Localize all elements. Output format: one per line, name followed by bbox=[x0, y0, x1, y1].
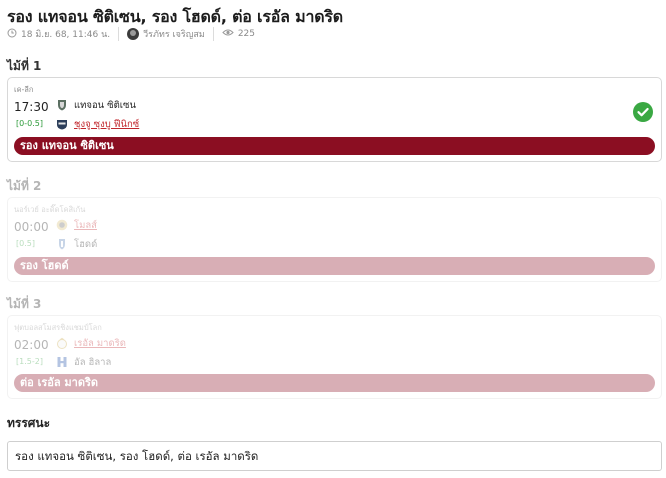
view-count: 225 bbox=[237, 29, 256, 39]
team-name: อัล ฮิลาล bbox=[74, 356, 112, 368]
pair-3-card[interactable]: ฟุตบอลสโมสรชิงแชมป์โลก 02:00 [1.5-2] เรอ… bbox=[7, 315, 662, 399]
pair-2-card[interactable]: นอร์เวย์ อะดิ๊ดโคสิเก้น 00:00 [0.5] โมลส… bbox=[7, 197, 662, 282]
author-name[interactable]: วีรภัทร เจริญสม bbox=[143, 27, 205, 41]
team-name-link[interactable]: เรอัล มาดริด bbox=[74, 336, 126, 351]
clock-icon bbox=[7, 28, 21, 41]
opinion-heading: ทรรศนะ bbox=[7, 416, 51, 430]
pair-1-card[interactable]: เค-ลีก 17:30 [0-0.5] แทจอน ซิติเซน ชุงจู… bbox=[7, 77, 662, 162]
team-crest-icon bbox=[56, 238, 68, 250]
kickoff-time: 02:00 bbox=[14, 338, 49, 352]
league-name: เค-ลีก bbox=[14, 85, 34, 94]
divider bbox=[118, 27, 120, 41]
eye-icon bbox=[222, 28, 238, 40]
home-team: แทจอน ซิติเซน bbox=[56, 98, 136, 112]
post-date: 18 มิ.ย. 68, 11:46 น. bbox=[21, 30, 111, 40]
pick-bar: ต่อ เรอัล มาดริด bbox=[14, 374, 655, 392]
team-crest-icon bbox=[56, 118, 68, 130]
kickoff-time: 17:30 bbox=[14, 100, 49, 114]
team-crest-icon bbox=[56, 99, 68, 111]
post-meta: 18 มิ.ย. 68, 11:46 น. วีรภัทร เจริญสม 22… bbox=[7, 27, 255, 41]
team-crest-icon bbox=[56, 356, 68, 368]
league-name: ฟุตบอลสโมสรชิงแชมป์โลก bbox=[14, 323, 102, 332]
pair-3-label: ไม้ที่ 3 bbox=[7, 297, 42, 311]
league-name: นอร์เวย์ อะดิ๊ดโคสิเก้น bbox=[14, 205, 86, 214]
home-team: โมลส์ bbox=[56, 218, 97, 232]
team-crest-icon bbox=[56, 337, 68, 349]
handicap-line: [1.5-2] bbox=[16, 357, 43, 366]
team-name: โฮดด์ bbox=[74, 238, 98, 250]
team-name: แทจอน ซิติเซน bbox=[74, 99, 136, 111]
author-avatar[interactable] bbox=[127, 28, 140, 40]
home-team: เรอัล มาดริด bbox=[56, 336, 126, 350]
pick-bar: รอง แทจอน ซิติเซน bbox=[14, 137, 655, 155]
pick-bar: รอง โฮดด์ bbox=[14, 257, 655, 275]
check-icon bbox=[633, 102, 653, 122]
handicap-line: [0.5] bbox=[16, 239, 35, 248]
pair-1-label: ไม้ที่ 1 bbox=[7, 59, 42, 73]
away-team: โฮดด์ bbox=[56, 237, 97, 251]
team-crest-icon bbox=[56, 219, 68, 231]
handicap-line: [0-0.5] bbox=[16, 119, 43, 128]
opinion-text: รอง แทจอน ซิติเซน, รอง โฮดด์, ต่อ เรอัล … bbox=[7, 441, 662, 471]
team-name-link[interactable]: ชุงจู ซุงบู ฟีนิกซ์ bbox=[74, 117, 139, 132]
away-team: อัล ฮิลาล bbox=[56, 355, 111, 369]
divider bbox=[212, 27, 214, 41]
kickoff-time: 00:00 bbox=[14, 220, 49, 234]
team-name-link[interactable]: โมลส์ bbox=[74, 218, 97, 233]
away-team: ชุงจู ซุงบู ฟีนิกซ์ bbox=[56, 117, 139, 131]
pair-2-label: ไม้ที่ 2 bbox=[7, 179, 42, 193]
